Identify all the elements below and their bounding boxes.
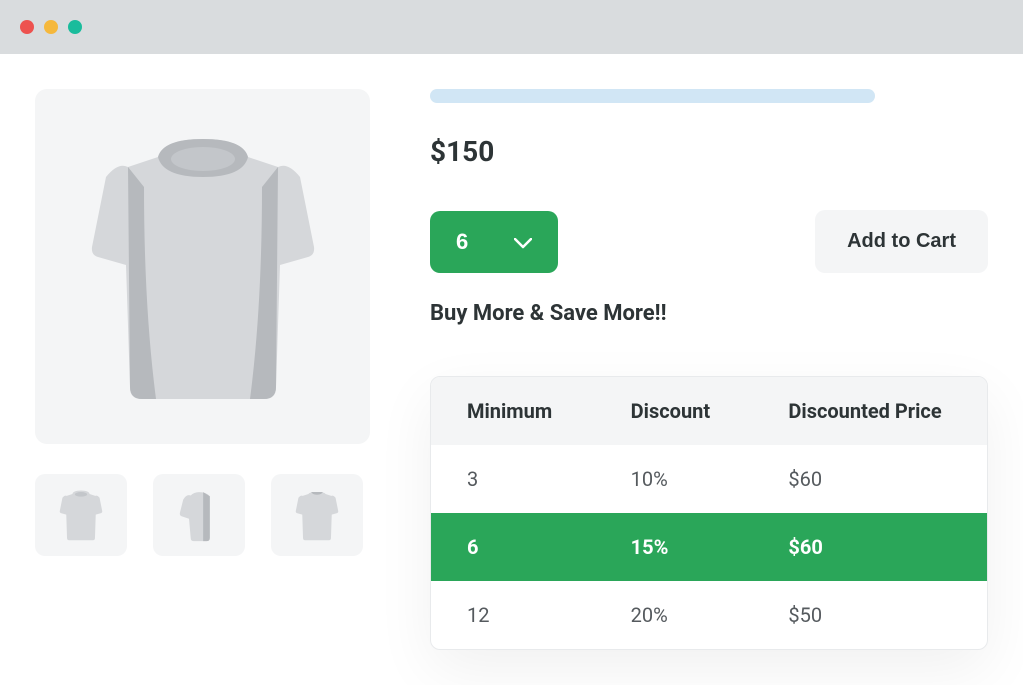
- thumbnail-back[interactable]: [271, 474, 363, 556]
- chevron-down-icon: [514, 229, 532, 255]
- table-row: 1220%$50: [431, 581, 987, 649]
- add-to-cart-button[interactable]: Add to Cart: [815, 210, 988, 273]
- header-discount: Discount: [595, 377, 753, 445]
- table-row: 310%$60: [431, 445, 987, 513]
- window-chrome: [0, 0, 1023, 54]
- thumbnail-side[interactable]: [153, 474, 245, 556]
- cell-minimum: 6: [431, 513, 595, 581]
- quantity-select[interactable]: 6: [430, 211, 558, 273]
- thumbnail-front[interactable]: [35, 474, 127, 556]
- cell-discount: 10%: [595, 445, 753, 513]
- product-price: $150: [430, 135, 988, 168]
- header-minimum: Minimum: [431, 377, 595, 445]
- cell-price: $60: [752, 445, 987, 513]
- cell-price: $50: [752, 581, 987, 649]
- tshirt-icon: [88, 127, 318, 407]
- tshirt-back-icon: [295, 488, 339, 542]
- close-window-icon[interactable]: [20, 20, 34, 34]
- promo-text: Buy More & Save More!!: [430, 301, 988, 326]
- tshirt-front-icon: [59, 488, 103, 542]
- table-row: 615%$60: [431, 513, 987, 581]
- header-price: Discounted Price: [752, 377, 987, 445]
- quantity-value: 6: [456, 229, 468, 255]
- action-row: 6 Add to Cart: [430, 210, 988, 273]
- minimize-window-icon[interactable]: [44, 20, 58, 34]
- table-header-row: Minimum Discount Discounted Price: [431, 377, 987, 445]
- product-gallery: [35, 89, 370, 650]
- product-page: $150 6 Add to Cart Buy More & Save More!…: [0, 54, 1023, 685]
- product-main-image[interactable]: [35, 89, 370, 444]
- cell-minimum: 3: [431, 445, 595, 513]
- cell-minimum: 12: [431, 581, 595, 649]
- cell-discount: 20%: [595, 581, 753, 649]
- product-title-placeholder: [430, 89, 875, 103]
- tshirt-side-icon: [177, 488, 221, 542]
- cell-discount: 15%: [595, 513, 753, 581]
- maximize-window-icon[interactable]: [68, 20, 82, 34]
- cell-price: $60: [752, 513, 987, 581]
- thumbnail-row: [35, 474, 370, 556]
- discount-table: Minimum Discount Discounted Price 310%$6…: [430, 376, 988, 650]
- product-details: $150 6 Add to Cart Buy More & Save More!…: [430, 89, 988, 650]
